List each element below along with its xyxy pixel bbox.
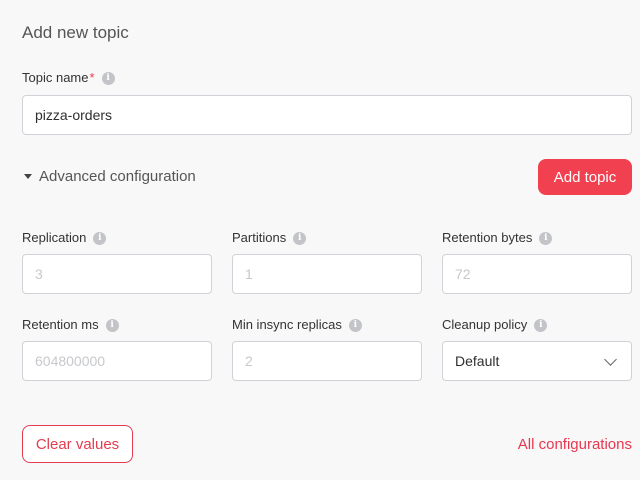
topic-name-input[interactable]: pizza-orders xyxy=(22,95,632,135)
required-mark: * xyxy=(89,70,95,85)
info-icon[interactable]: i xyxy=(534,318,548,332)
topic-name-label: Topic name xyxy=(22,70,89,85)
page-title: Add new topic xyxy=(22,23,129,42)
chevron-down-icon xyxy=(604,353,617,366)
cleanup-policy-select[interactable]: Default xyxy=(442,341,632,381)
info-icon[interactable]: i xyxy=(539,231,553,245)
cleanup-policy-value: Default xyxy=(455,353,500,369)
retention-bytes-label-row: Retention bytes i xyxy=(442,230,553,246)
info-icon[interactable]: i xyxy=(105,318,119,332)
partitions-label-row: Partitions i xyxy=(232,230,307,246)
cleanup-policy-label-row: Cleanup policy i xyxy=(442,317,548,333)
min-insync-replicas-label: Min insync replicas xyxy=(232,317,342,332)
retention-bytes-input[interactable]: 72 xyxy=(442,254,632,294)
partitions-input[interactable]: 1 xyxy=(232,254,422,294)
retention-ms-label-row: Retention ms i xyxy=(22,317,119,333)
topic-name-label-row: Topic name * i xyxy=(22,70,115,86)
min-insync-replicas-label-row: Min insync replicas i xyxy=(232,317,362,333)
advanced-configuration-label: Advanced configuration xyxy=(39,168,196,185)
add-topic-button[interactable]: Add topic xyxy=(538,159,632,195)
clear-values-button[interactable]: Clear values xyxy=(22,425,133,463)
retention-bytes-label: Retention bytes xyxy=(442,230,533,245)
info-icon[interactable]: i xyxy=(293,231,307,245)
replication-input[interactable]: 3 xyxy=(22,254,212,294)
info-icon[interactable]: i xyxy=(93,231,107,245)
retention-ms-label: Retention ms xyxy=(22,317,99,332)
replication-label: Replication xyxy=(22,230,87,245)
retention-ms-input[interactable]: 604800000 xyxy=(22,341,212,381)
cleanup-policy-label: Cleanup policy xyxy=(442,317,528,332)
replication-label-row: Replication i xyxy=(22,230,107,246)
all-configurations-link[interactable]: All configurations xyxy=(518,436,632,453)
caret-down-icon xyxy=(24,174,32,179)
advanced-configuration-toggle[interactable]: Advanced configuration xyxy=(22,168,196,185)
info-icon[interactable]: i xyxy=(101,71,115,85)
partitions-label: Partitions xyxy=(232,230,287,245)
min-insync-replicas-input[interactable]: 2 xyxy=(232,341,422,381)
info-icon[interactable]: i xyxy=(348,318,362,332)
